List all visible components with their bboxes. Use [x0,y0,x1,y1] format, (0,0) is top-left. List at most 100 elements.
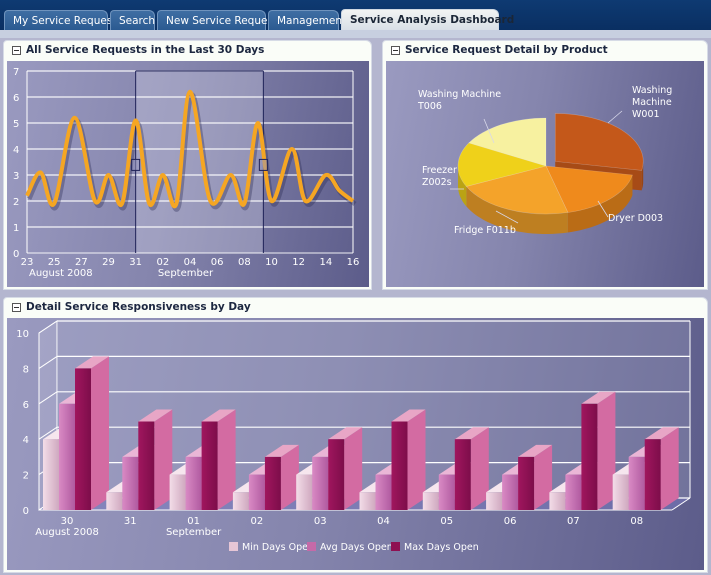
bar-min-days-open [359,492,376,510]
x-tick-label: 04 [377,516,390,527]
y-tick-label: 8 [23,364,29,375]
x-tick-label: 30 [61,516,74,527]
collapse-icon[interactable] [12,45,21,55]
requests-panel: All Service Requests in the Last 30 Days… [3,40,372,290]
bar-max-days-open [644,439,661,510]
bar-max-days-open [264,456,281,510]
product-panel: Service Request Detail by Product Washin… [382,40,708,290]
bar-max-days-open [328,439,345,510]
bar-max-days-open [138,421,155,510]
bar-min-days-open [422,492,439,510]
tab-service-analysis-dashboard[interactable]: Service Analysis Dashboard [341,9,514,31]
x-tick-label: 23 [21,257,34,268]
bar-min-days-open [106,492,123,510]
bar-min-days-open [43,439,59,510]
y-tick-label: 1 [13,223,19,234]
x-tick-label: 05 [440,516,453,527]
bar-min-days-open [169,474,186,510]
product-panel-title: Service Request Detail by Product [405,44,608,56]
pie-label-line: Z002s [422,177,452,188]
x-tick-label: 01 [187,516,200,527]
bar-chart: 024681030 31 01 02 03 04 05 06 07 08August 2008 Se… [16,320,691,553]
x-tick-label: 31 [124,516,137,527]
pie-label-line: Washing [632,85,672,96]
bar-chart-area: 0 2 4 6 8 10 30 31 01 02 03 04 05 06 07 08 August 2008 Se… [7,318,704,570]
bar-max-days-open [391,421,408,510]
bar-side [660,427,679,510]
bar-min-days-open [549,492,566,510]
selection-band [135,71,264,253]
legend-label: Min Days Open [242,542,314,553]
range-handle[interactable] [131,158,141,171]
y-tick-label: 0 [23,506,29,517]
requests-panel-title: All Service Requests in the Last 30 Days [26,44,265,56]
pie-label-line: Washing Machine [418,89,501,100]
legend-swatch [307,542,316,551]
x-tick-label: 31 [129,257,142,268]
x-tick-label: 14 [319,257,332,268]
pie-slice-label: Washing Machine T006 [417,89,501,112]
bar-avg-days-open [312,456,329,510]
tab-strip [0,30,711,38]
collapse-icon[interactable] [12,302,21,312]
bar-max-days-open [581,403,598,510]
bar-avg-days-open [122,456,139,510]
bar-avg-days-open [565,474,582,510]
pie-slice [554,113,644,171]
legend-label: Avg Days Open [320,542,393,553]
x-tick-label: 16 [347,257,360,268]
pie-label-line: T006 [417,101,442,112]
x-tick-label: 02 [156,257,169,268]
bar-avg-days-open [248,474,265,510]
pie-slice-label: Dryer D003 [608,213,663,224]
x-tick-label: 12 [292,257,305,268]
bar-side [91,356,109,510]
pie-label-line: Machine [632,97,672,108]
bar-max-days-open [454,439,471,510]
tab-management[interactable]: Management [268,10,346,30]
y-tick-label: 5 [13,119,19,130]
product-panel-header: Service Request Detail by Product [391,44,608,56]
pie-chart-area: Washing Machine W001 Dryer D003 Fridge F011b… [386,61,704,287]
pie-slice-label: Washing Machine W001 [632,85,672,120]
x-tick-label: 10 [265,257,278,268]
pie-label-line: Freezer [422,165,457,176]
y-tick-label: 0 [13,249,19,260]
x-tick-label: 27 [75,257,88,268]
y-tick-label: 4 [23,435,29,446]
bar-avg-days-open [438,474,455,510]
legend-swatch [391,542,400,551]
bar-min-days-open [296,474,313,510]
bar-avg-days-open [375,474,392,510]
x-tick-label: 29 [102,257,115,268]
legend-swatch [229,542,238,551]
pie-label-line: Dryer D003 [608,213,663,224]
pie-leader-line [607,110,623,124]
range-handle[interactable] [258,158,268,171]
bar-min-days-open [612,474,629,510]
y-tick-label: 10 [16,329,29,340]
x-tick-label: 06 [211,257,224,268]
pie-label-line: Fridge F011b [454,225,516,236]
collapse-icon[interactable] [391,45,400,55]
tab-search[interactable]: Search [110,10,155,30]
x-tick-label: 02 [251,516,264,527]
bar-avg-days-open [185,456,202,510]
pie-slice-label: Fridge F011b [454,225,516,236]
bar-avg-days-open [628,456,645,510]
bar-max-days-open [518,456,535,510]
y-tick-label: 2 [23,471,29,482]
x-group-label: August 2008 [35,527,99,538]
y-tick-label: 3 [13,171,19,182]
x-tick-label: 04 [184,257,197,268]
legend-label: Max Days Open [404,542,479,553]
tab-my-service-requests[interactable]: My Service Requests [4,10,122,30]
y-tick-label: 2 [13,197,19,208]
pie-chart: Washing Machine W001 Dryer D003 Fridge F011b… [417,85,672,236]
bar-min-days-open [486,492,503,510]
y-tick-label: 6 [23,400,29,411]
tab-bar: My Service Requests Search New Service R… [0,0,711,31]
responsiveness-panel-title: Detail Service Responsiveness by Day [26,301,251,313]
tab-new-service-request[interactable]: New Service Request [157,10,277,30]
x-tick-label: 06 [504,516,517,527]
